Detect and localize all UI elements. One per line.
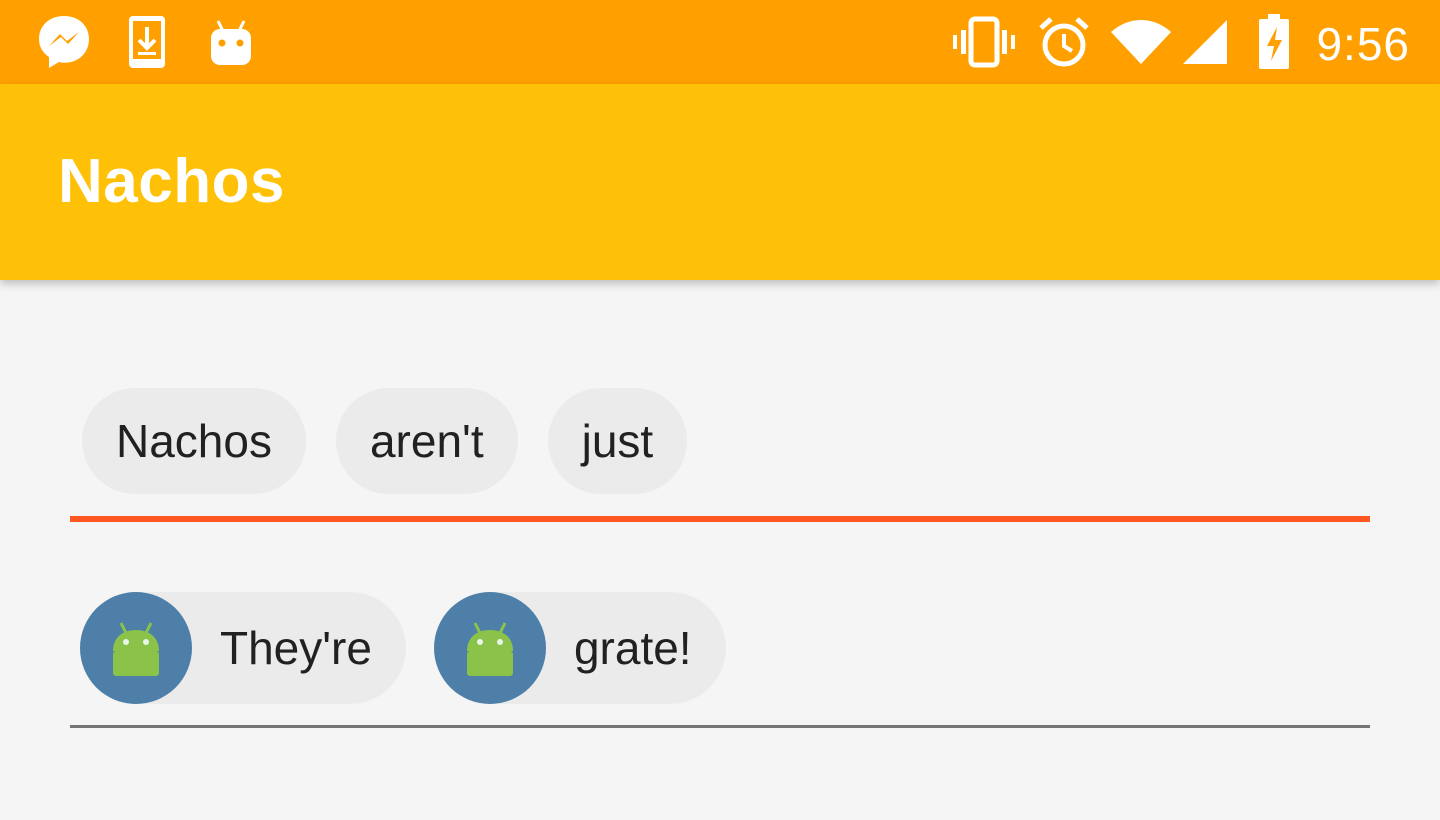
signal-icon	[1180, 12, 1230, 72]
chip-row: They're grate!	[80, 592, 726, 704]
content-area: Nachos aren't just They're grate!	[0, 280, 1440, 820]
app-bar: Nachos	[0, 84, 1440, 280]
battery-charging-icon	[1256, 12, 1292, 72]
chip-input-field-focused[interactable]: Nachos aren't just	[70, 388, 1370, 522]
chip[interactable]: Nachos	[82, 388, 306, 494]
chip-row: Nachos aren't just	[82, 388, 688, 494]
alarm-icon	[1038, 12, 1090, 72]
app-title: Nachos	[58, 147, 285, 216]
chip-label: grate!	[573, 622, 692, 674]
input-underline	[70, 725, 1370, 728]
chip[interactable]: just	[547, 388, 688, 494]
input-underline-active	[70, 516, 1370, 522]
android-avatar-icon	[433, 592, 546, 704]
status-bar: 9:56	[0, 0, 1440, 84]
messenger-icon	[36, 12, 92, 72]
chip-with-avatar[interactable]: grate!	[433, 592, 726, 704]
status-time: 9:56	[1316, 18, 1410, 70]
chip-label: aren't	[369, 415, 484, 467]
android-avatar-icon	[80, 592, 192, 704]
wifi-icon	[1108, 12, 1174, 72]
vibrate-icon	[950, 12, 1018, 72]
download-icon	[126, 12, 168, 72]
android-icon	[208, 12, 254, 72]
chip[interactable]: aren't	[335, 388, 518, 494]
chip-with-avatar[interactable]: They're	[80, 592, 406, 704]
chip-label: just	[581, 415, 654, 467]
chip-input-field[interactable]: They're grate!	[70, 592, 1370, 728]
chip-label: Nachos	[116, 415, 272, 467]
chip-label: They're	[220, 622, 372, 674]
